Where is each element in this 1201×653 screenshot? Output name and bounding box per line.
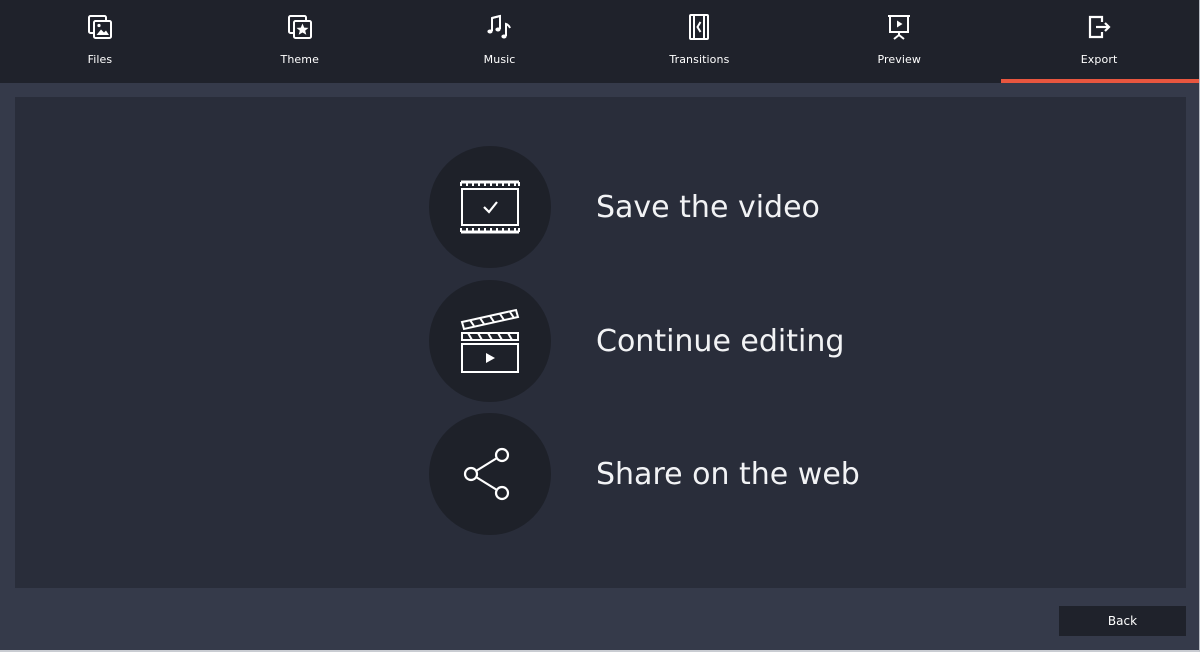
tab-label: Preview bbox=[877, 53, 921, 66]
save-video-option[interactable]: Save the video bbox=[429, 146, 929, 268]
tab-label: Files bbox=[87, 53, 113, 66]
tab-preview[interactable]: Preview bbox=[799, 0, 999, 83]
save-video-icon bbox=[429, 146, 551, 268]
tab-label: Export bbox=[1080, 53, 1118, 66]
export-icon bbox=[1084, 12, 1114, 42]
active-tab-indicator bbox=[1001, 79, 1199, 83]
option-label: Save the video bbox=[596, 189, 820, 225]
tab-label: Music bbox=[483, 53, 516, 66]
transitions-icon bbox=[684, 12, 714, 42]
tab-files[interactable]: Files bbox=[0, 0, 200, 83]
option-label: Continue editing bbox=[596, 323, 845, 359]
files-icon bbox=[85, 12, 115, 42]
clapperboard-icon bbox=[429, 280, 551, 402]
export-wizard-window: Files Theme Music Transitions Preview Ex… bbox=[0, 0, 1200, 652]
theme-icon bbox=[285, 12, 315, 42]
share-web-option[interactable]: Share on the web bbox=[429, 413, 929, 535]
tab-transitions[interactable]: Transitions bbox=[599, 0, 799, 83]
tab-export[interactable]: Export bbox=[999, 0, 1199, 83]
tab-label: Transitions bbox=[669, 53, 730, 66]
tab-theme[interactable]: Theme bbox=[200, 0, 400, 83]
share-icon bbox=[429, 413, 551, 535]
tab-bar: Files Theme Music Transitions Preview Ex… bbox=[0, 0, 1199, 83]
back-button[interactable]: Back bbox=[1059, 606, 1186, 636]
continue-editing-option[interactable]: Continue editing bbox=[429, 280, 929, 402]
option-label: Share on the web bbox=[596, 456, 860, 492]
tab-music[interactable]: Music bbox=[400, 0, 600, 83]
export-options-panel: Save the video Continue editing Share on… bbox=[15, 97, 1186, 588]
tab-label: Theme bbox=[280, 53, 319, 66]
music-icon bbox=[485, 12, 515, 42]
preview-icon bbox=[884, 12, 914, 42]
